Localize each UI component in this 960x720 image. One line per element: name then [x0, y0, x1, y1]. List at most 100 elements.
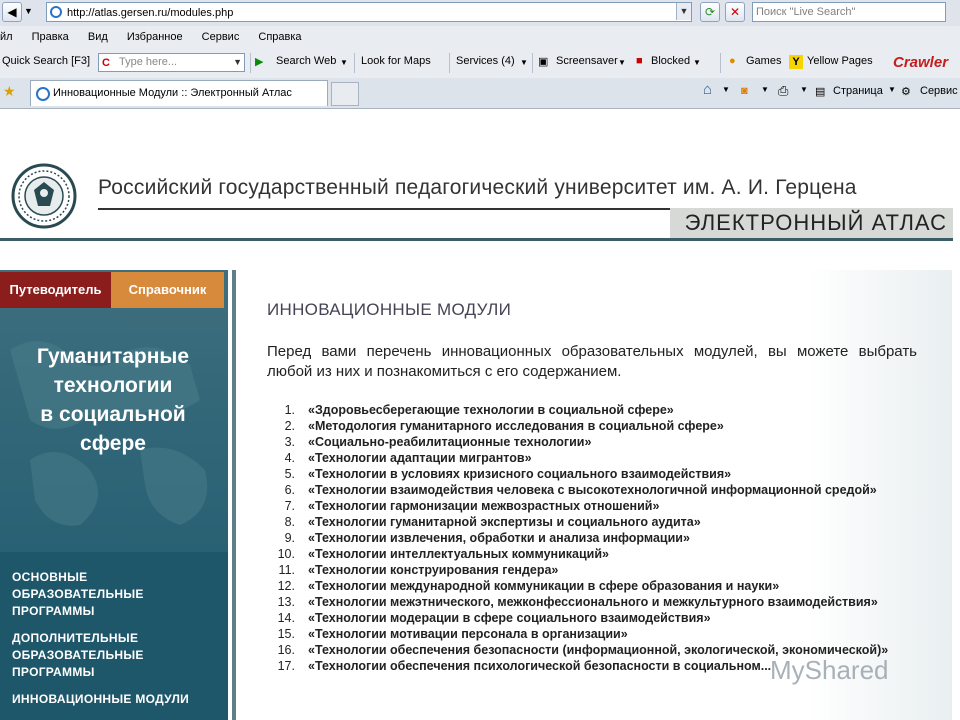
menu-help[interactable]: Справка [258, 31, 301, 43]
print-icon[interactable]: ⎙ [778, 83, 788, 99]
module-title: «Здоровьесберегающие технологии в социал… [308, 403, 674, 417]
module-link[interactable]: 6. «Технологии взаимодействия человека с … [267, 482, 927, 498]
modules-list: 1. «Здоровьесберегающие технологии в соци… [267, 402, 927, 674]
screensaver-dropdown-icon[interactable]: ▼ [618, 58, 626, 67]
menu-tools[interactable]: Сервис [202, 31, 240, 43]
tab-reference[interactable]: Справочник [111, 272, 224, 308]
blocked-dropdown-icon[interactable]: ▼ [693, 58, 701, 67]
service-menu-button[interactable]: Сервис [920, 85, 958, 97]
separator [354, 53, 355, 73]
section-title-line: сфере [80, 432, 146, 455]
services-button[interactable]: Services (4) [456, 55, 515, 67]
module-number: 7. [284, 499, 295, 513]
look-for-maps-button[interactable]: Look for Maps [361, 55, 431, 67]
quick-search-input[interactable]: C Type here... ▼ [98, 53, 245, 72]
print-dropdown-icon[interactable]: ▼ [800, 85, 808, 94]
yellow-pages-button[interactable]: Yellow Pages [807, 55, 873, 67]
games-button[interactable]: Games [746, 55, 781, 67]
header-bottom-border [0, 238, 953, 241]
module-title: «Технологии международной коммуникации в… [308, 579, 780, 593]
history-dropdown-icon[interactable]: ▼ [24, 6, 33, 16]
module-link[interactable]: 8. «Технологии гуманитарной экспертизы и … [267, 514, 927, 530]
module-link[interactable]: 3. «Социально-реабилитационные технологии… [267, 434, 927, 450]
menu-line: ПРОГРАММЫ [12, 604, 95, 618]
quick-search-dropdown-icon[interactable]: ▼ [233, 54, 242, 71]
module-link[interactable]: 1. «Здоровьесберегающие технологии в соци… [267, 402, 927, 418]
menu-file[interactable]: йл [0, 31, 13, 43]
separator [449, 53, 450, 73]
page-dropdown-icon[interactable]: ▼ [888, 85, 896, 94]
module-link[interactable]: 15. «Технологии мотивации персонала в орг… [267, 626, 927, 642]
tab-guide[interactable]: Путеводитель [0, 272, 111, 308]
home-dropdown-icon[interactable]: ▼ [722, 85, 730, 94]
module-link[interactable]: 14. «Технологии модерации в сфере социаль… [267, 610, 927, 626]
new-tab-button[interactable] [331, 82, 359, 106]
module-title: «Технологии в условиях кризисного социал… [308, 467, 732, 481]
games-icon: ● [729, 55, 736, 67]
menu-view[interactable]: Вид [88, 31, 108, 43]
favorites-star-icon[interactable]: ★ [3, 83, 16, 100]
search-web-dropdown-icon[interactable]: ▼ [340, 58, 348, 67]
separator [532, 53, 533, 73]
intro-text: Перед вами перечень инновационных образо… [267, 343, 917, 380]
quick-search-placeholder: Type here... [119, 56, 178, 68]
module-title: «Методология гуманитарного исследования … [308, 419, 724, 433]
refresh-icon[interactable]: ⟳ [700, 2, 720, 22]
toolbar-row: Quick Search [F3] C Type here... ▼ ▶ Sea… [0, 51, 960, 75]
module-link[interactable]: 4. «Технологии адаптации мигрантов» [267, 450, 927, 466]
stop-icon[interactable]: ✕ [725, 2, 745, 22]
module-title: «Технологии адаптации мигрантов» [308, 451, 532, 465]
blocked-icon: ■ [636, 55, 643, 67]
module-title: «Технологии обеспечения психологической … [308, 659, 772, 673]
services-dropdown-icon[interactable]: ▼ [520, 58, 528, 67]
back-button[interactable]: ◀ [2, 2, 22, 22]
module-link[interactable]: 11. «Технологии конструирования гендера» [267, 562, 927, 578]
module-title: «Технологии гуманитарной экспертизы и со… [308, 515, 701, 529]
tab-active[interactable]: Инновационные Модули :: Электронный Атла… [30, 80, 328, 106]
feed-dropdown-icon[interactable]: ▼ [761, 85, 769, 94]
menu-edit[interactable]: Правка [32, 31, 69, 43]
module-title: «Технологии интеллектуальных коммуникаци… [308, 547, 610, 561]
module-title: «Технологии межэтнического, межконфессио… [308, 595, 878, 609]
menu-line: ИННОВАЦИОННЫЕ МОДУЛИ [12, 692, 190, 706]
module-number: 9. [284, 531, 295, 545]
module-link[interactable]: 9. «Технологии извлечения, обработки и ан… [267, 530, 927, 546]
search-web-button[interactable]: Search Web [276, 55, 336, 67]
module-link[interactable]: 5. «Технологии в условиях кризисного соци… [267, 466, 927, 482]
module-link[interactable]: 10. «Технологии интеллектуальных коммуник… [267, 546, 927, 562]
blocked-button[interactable]: Blocked [651, 55, 690, 67]
screensaver-button[interactable]: Screensaver [556, 55, 618, 67]
monitor-icon: ▣ [538, 56, 549, 68]
address-field[interactable]: http://atlas.gersen.ru/modules.php [46, 2, 692, 22]
module-number: 2. [284, 419, 295, 433]
page-menu-button[interactable]: Страница [833, 85, 883, 97]
page-title: ИННОВАЦИОННЫЕ МОДУЛИ [267, 300, 512, 319]
address-dropdown-icon[interactable]: ▼ [676, 3, 691, 20]
module-number: 16. [277, 643, 295, 657]
menu-favorites[interactable]: Избранное [127, 31, 183, 43]
module-link[interactable]: 12. «Технологии международной коммуникаци… [267, 578, 927, 594]
yellow-pages-icon: Y [789, 55, 803, 69]
live-search-input[interactable]: Поиск "Live Search" [752, 2, 946, 22]
sidebar-item-innovation-modules[interactable]: ИННОВАЦИОННЫЕ МОДУЛИ [12, 691, 189, 708]
module-title: «Технологии мотивации персонала в органи… [308, 627, 628, 641]
home-icon[interactable]: ⌂ [703, 81, 712, 98]
section-title: Гуманитарные технологии в социальной сфе… [10, 342, 216, 458]
menu-line: ДОПОЛНИТЕЛЬНЫЕ [12, 631, 139, 645]
section-title-line: Гуманитарные [36, 345, 190, 368]
quick-search-label[interactable]: Quick Search [F3] [2, 55, 90, 67]
tab-bar: ★ Инновационные Модули :: Электронный Ат… [0, 78, 960, 108]
crawler-logo: Crawler [893, 54, 949, 71]
sidebar-item-basic-programs[interactable]: ОСНОВНЫЕ ОБРАЗОВАТЕЛЬНЫЕ ПРОГРАММЫ [12, 569, 144, 620]
module-link[interactable]: 13. «Технологии межэтнического, межконфес… [267, 594, 927, 610]
tab-title: Инновационные Модули :: Электронный Атла… [53, 87, 292, 99]
crawler-c-icon: C [102, 57, 110, 69]
rss-feed-icon[interactable]: ◙ [741, 85, 748, 97]
module-link[interactable]: 7. «Технологии гармонизации межвозрастных… [267, 498, 927, 514]
sidebar-item-additional-programs[interactable]: ДОПОЛНИТЕЛЬНЫЕ ОБРАЗОВАТЕЛЬНЫЕ ПРОГРАММЫ [12, 630, 144, 681]
module-number: 8. [284, 515, 295, 529]
menu-line: ОБРАЗОВАТЕЛЬНЫЕ [12, 587, 144, 601]
menu-line: ОСНОВНЫЕ [12, 570, 88, 584]
ie-tab-icon [36, 87, 50, 101]
module-link[interactable]: 2. «Методология гуманитарного исследовани… [267, 418, 927, 434]
